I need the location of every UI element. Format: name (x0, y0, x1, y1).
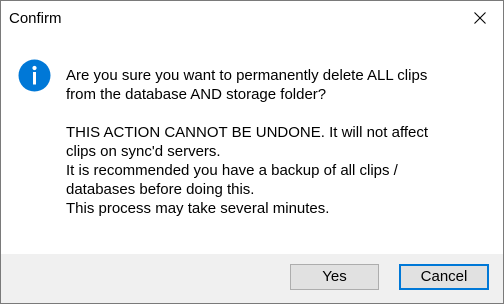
message-line: Are you sure you want to permanently del… (66, 67, 428, 84)
cancel-button[interactable]: Cancel (399, 264, 489, 290)
message-line: THIS ACTION CANNOT BE UNDONE. It will no… (66, 124, 429, 141)
dialog-title: Confirm (9, 10, 62, 27)
message-text: Are you sure you want to permanently del… (66, 66, 491, 218)
message-line: This process may take several minutes. (66, 200, 330, 217)
message-line: from the database AND storage folder? (66, 86, 327, 103)
message-line: It is recommended you have a backup of a… (66, 162, 398, 179)
close-button[interactable] (457, 1, 503, 35)
message-line: databases before doing this. (66, 181, 255, 198)
close-icon (474, 12, 486, 24)
button-bar: Yes Cancel (1, 254, 503, 303)
confirm-dialog: Confirm Are you sure you want to permane… (0, 0, 504, 304)
title-bar: Confirm (1, 1, 503, 35)
info-icon (18, 59, 51, 92)
message-line: clips on sync'd servers. (66, 143, 221, 160)
yes-button[interactable]: Yes (290, 264, 379, 290)
